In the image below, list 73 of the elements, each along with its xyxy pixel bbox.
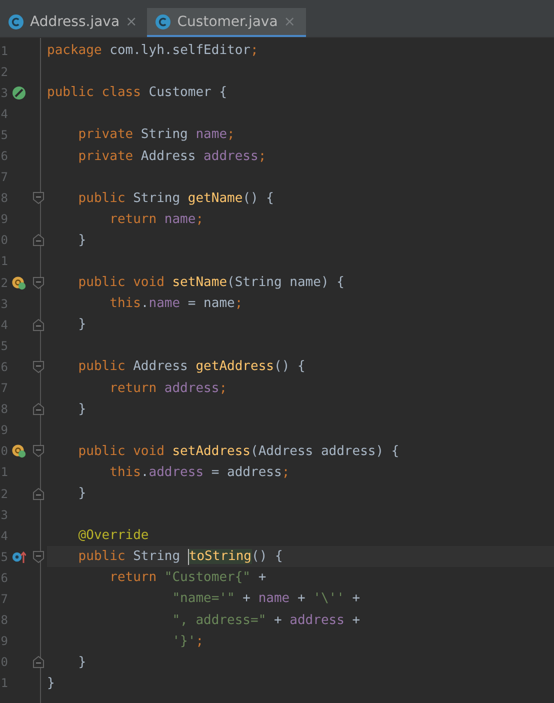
code-line: public Address getAddress() { — [77, 358, 306, 376]
line-number: 1 — [0, 676, 8, 690]
fold-icon[interactable] — [32, 550, 44, 563]
fold-icon[interactable] — [32, 488, 44, 500]
line-number: 4 — [0, 528, 8, 543]
line-number: 2 — [0, 486, 8, 501]
fold-icon[interactable] — [32, 403, 44, 416]
fold-icon[interactable] — [32, 192, 44, 204]
code-line: return address; — [108, 380, 228, 398]
code-line: } — [77, 232, 88, 250]
code-line: public class Customer { — [47, 84, 228, 102]
code-line: public String getName() { — [77, 190, 275, 208]
fold-icon[interactable] — [32, 656, 44, 668]
code-line: } — [77, 654, 88, 672]
code-line: ", address=" + address + — [171, 612, 362, 630]
fold-icon[interactable] — [32, 360, 44, 373]
code-line: } — [77, 485, 88, 504]
line-number: 8 — [0, 191, 8, 206]
code-line: public void setAddress(Address address) { — [77, 442, 400, 461]
code-line: this.name = name; — [108, 295, 244, 314]
line-number: 5 — [0, 338, 8, 353]
line-number: 7 — [0, 592, 8, 606]
fold-icon[interactable] — [32, 234, 44, 246]
class-icon — [8, 14, 24, 30]
code-line: } — [77, 400, 88, 419]
close-icon[interactable]: × — [126, 14, 138, 30]
line-number: 7 — [0, 170, 8, 184]
implementing-icon[interactable] — [12, 444, 26, 458]
line-number: 9 — [0, 212, 8, 226]
code-line: private String name; — [77, 126, 236, 144]
no-entry-icon[interactable] — [12, 86, 26, 100]
override-arrow-icon[interactable] — [12, 550, 26, 564]
line-number: 6 — [0, 360, 8, 374]
line-number: 3 — [0, 86, 8, 100]
code-line: @Override — [77, 527, 150, 546]
code-line: } — [77, 316, 88, 334]
line-number: 6 — [0, 149, 8, 164]
code-line: this.address = address; — [108, 464, 291, 482]
line-number: 2 — [0, 276, 8, 290]
code-line: '}'; — [171, 632, 205, 651]
file-tab[interactable]: Address.java × — [0, 8, 148, 37]
line-number: 0 — [0, 233, 8, 248]
line-number: 5 — [0, 128, 8, 142]
fold-icon[interactable] — [32, 318, 44, 331]
code-line: return "Customer{" + — [108, 569, 268, 588]
code-line: private Address address; — [77, 148, 268, 166]
code-line: return name; — [108, 210, 205, 229]
line-number: 1 — [0, 465, 8, 480]
line-number: 8 — [0, 402, 8, 416]
file-tab[interactable]: Customer.java × — [147, 8, 306, 37]
line-number: 8 — [0, 613, 8, 628]
line-number: 4 — [0, 106, 8, 121]
line-number: 3 — [0, 508, 8, 522]
code-line: package com.lyh.selfEditor; — [47, 42, 260, 60]
code-line: public void setName(String name) { — [77, 274, 346, 292]
line-number: 2 — [0, 64, 8, 79]
class-icon — [155, 14, 172, 30]
line-number: 4 — [0, 318, 8, 332]
line-number: 5 — [0, 550, 8, 564]
line-number: 9 — [0, 634, 8, 648]
line-number: 1 — [0, 254, 8, 268]
fold-icon[interactable] — [32, 445, 44, 458]
line-number: 1 — [0, 44, 8, 58]
line-number: 6 — [0, 570, 8, 585]
line-number: 3 — [0, 296, 8, 311]
implementing-icon[interactable] — [12, 276, 26, 290]
line-number: 0 — [0, 655, 8, 670]
line-number: 0 — [0, 444, 8, 458]
fold-icon[interactable] — [32, 276, 44, 289]
code-line: "name='" + name + '\'' + — [171, 590, 362, 608]
line-number: 7 — [0, 381, 8, 396]
line-number: 9 — [0, 423, 8, 438]
code-line: } — [47, 674, 56, 693]
